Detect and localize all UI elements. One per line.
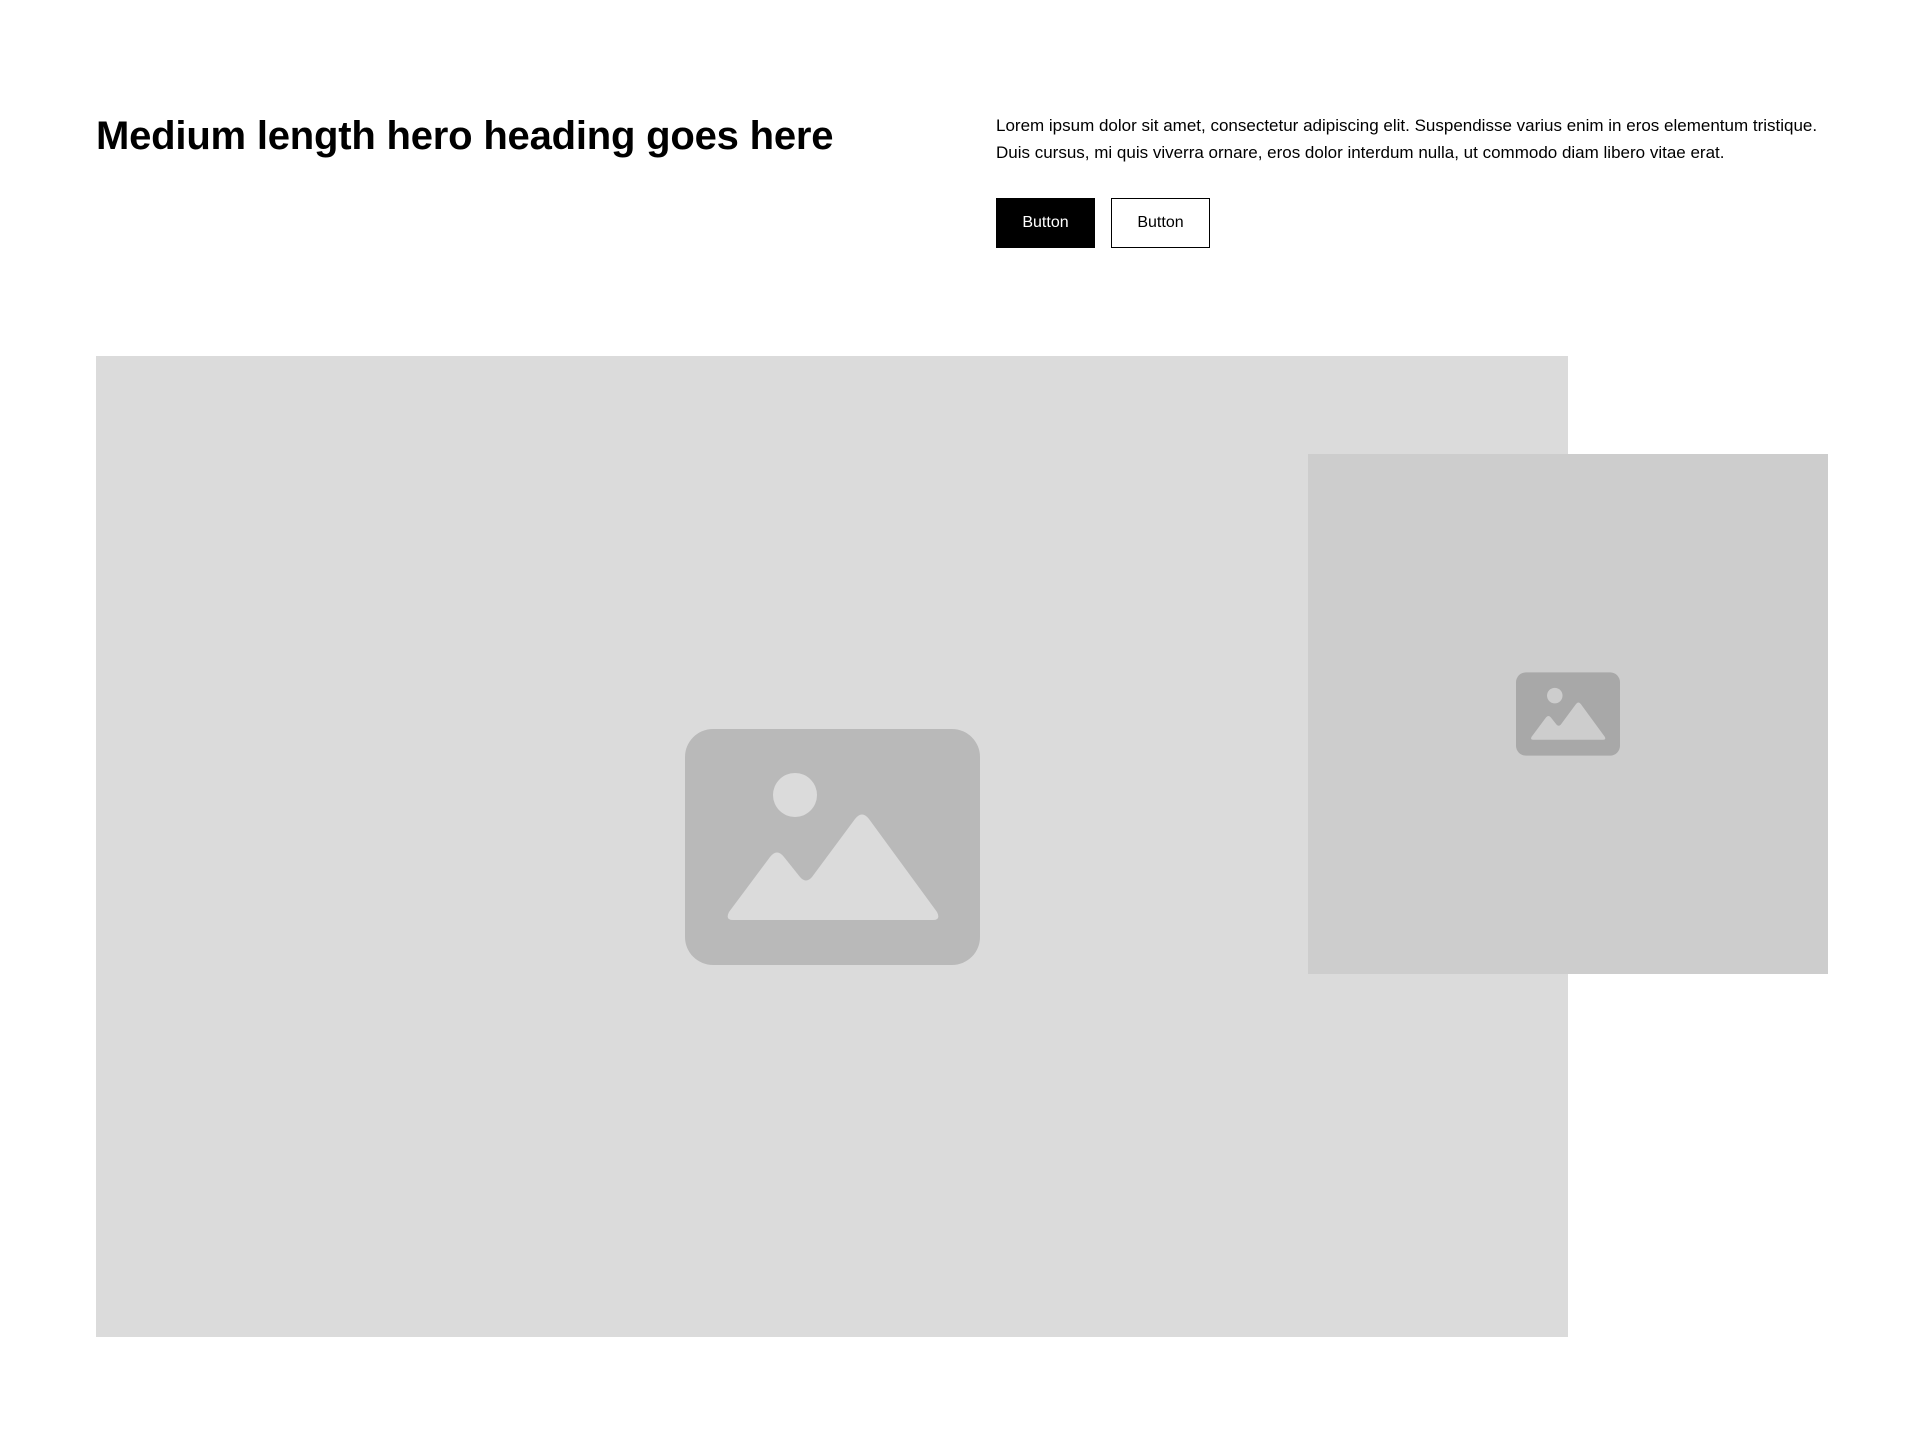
- page: Medium length hero heading goes here Lor…: [0, 0, 1920, 1446]
- secondary-button[interactable]: Button: [1111, 198, 1210, 248]
- secondary-image-placeholder: [1308, 454, 1828, 974]
- hero-content: Lorem ipsum dolor sit amet, consectetur …: [996, 112, 1824, 248]
- hero-heading: Medium length hero heading goes here: [96, 114, 834, 158]
- hero-header: Medium length hero heading goes here Lor…: [96, 112, 1824, 248]
- image-placeholder-icon: [1516, 672, 1620, 756]
- primary-button[interactable]: Button: [996, 198, 1095, 248]
- image-placeholder-icon: [684, 728, 980, 965]
- button-group: Button Button: [996, 198, 1824, 248]
- hero-paragraph: Lorem ipsum dolor sit amet, consectetur …: [996, 116, 1818, 162]
